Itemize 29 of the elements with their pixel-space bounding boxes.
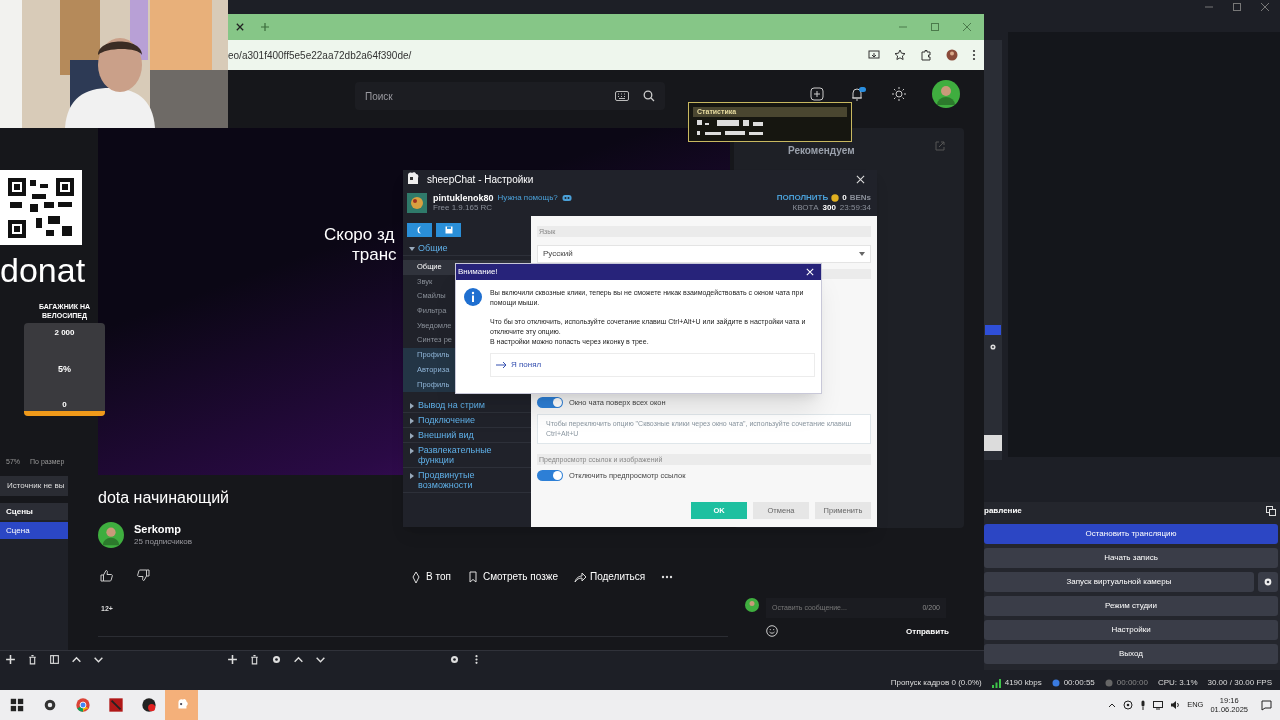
quota-timer: 23:59:34 — [839, 203, 871, 213]
quota-value: 300 — [822, 203, 836, 213]
record-time: 00:00:00 — [1116, 677, 1148, 689]
panel-title: равление — [984, 505, 1022, 517]
goal-percent: 5% — [58, 363, 71, 376]
donate-label: donat — [0, 250, 86, 290]
panel-title: Сцены — [0, 503, 68, 520]
bitrate: 4190 kbps — [1004, 677, 1042, 689]
video-text: транс — [352, 244, 397, 266]
window-title: sheepChat - Настройки — [427, 172, 534, 187]
search-placeholder: Поиск — [365, 89, 393, 104]
video-text: Скоро зд — [324, 224, 395, 246]
dialog-title: Внимание! — [458, 266, 498, 278]
username: pintuklenok80 — [433, 193, 494, 203]
fps-counter: 30.00 / 30.00 FPS — [1207, 677, 1272, 689]
goal-max: 2 000 — [54, 327, 75, 339]
recommend-heading: Рекомендуем — [788, 144, 855, 158]
dropped-frames: Пропуск кадров 0 (0.0%) — [890, 677, 982, 689]
currency-label: BENs — [849, 193, 871, 203]
version-text: Free 1.9.165 RC — [433, 203, 494, 213]
balance-value: 0 — [842, 193, 847, 203]
subscriber-count: 25 подписчиков — [134, 535, 193, 548]
video-title: dota начинающий — [98, 488, 229, 508]
stream-time: 00:00:55 — [1063, 677, 1095, 689]
source-label: Источник не вы — [6, 480, 66, 492]
goal-min: 0 — [62, 398, 67, 411]
quota-label: КВОТА — [792, 203, 819, 213]
dropdown-value: Русский — [543, 248, 573, 260]
cpu-usage: CPU: 3.1% — [1157, 677, 1198, 689]
